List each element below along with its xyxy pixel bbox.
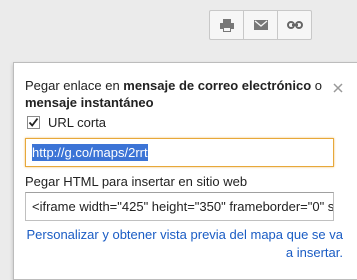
short-url-checkbox[interactable]	[27, 116, 40, 129]
close-button[interactable]	[332, 81, 344, 93]
email-button[interactable]	[243, 10, 278, 40]
short-url-option[interactable]: URL corta	[27, 115, 106, 130]
embed-html-label: Pegar HTML para insertar en sitio web	[25, 174, 248, 189]
embed-html-value: <iframe width="425" height="350" framebo…	[32, 199, 334, 214]
link-icon	[286, 21, 303, 29]
panel-heading: Pegar enlace en mensaje de correo electr…	[25, 77, 335, 111]
checkmark-icon	[28, 117, 39, 127]
customize-map-link[interactable]: Personalizar y obtener vista previa del …	[25, 226, 343, 262]
link-button[interactable]	[277, 10, 312, 40]
print-button[interactable]	[209, 10, 244, 40]
url-value: http://g.co/maps/2rrt	[32, 144, 148, 161]
heading-email: mensaje de correo electrónico	[123, 78, 312, 93]
heading-im: mensaje instantáneo	[25, 95, 154, 110]
heading-connector: o	[311, 78, 322, 93]
url-field[interactable]: http://g.co/maps/2rrt	[25, 138, 334, 167]
short-url-label: URL corta	[48, 115, 107, 130]
share-link-panel: Pegar enlace en mensaje de correo electr…	[13, 62, 357, 280]
embed-html-field[interactable]: <iframe width="425" height="350" framebo…	[25, 192, 334, 221]
toolbar	[209, 10, 314, 40]
heading-prefix: Pegar enlace en	[25, 78, 124, 93]
close-icon	[333, 83, 343, 93]
email-icon	[253, 20, 268, 30]
print-icon	[219, 18, 234, 32]
